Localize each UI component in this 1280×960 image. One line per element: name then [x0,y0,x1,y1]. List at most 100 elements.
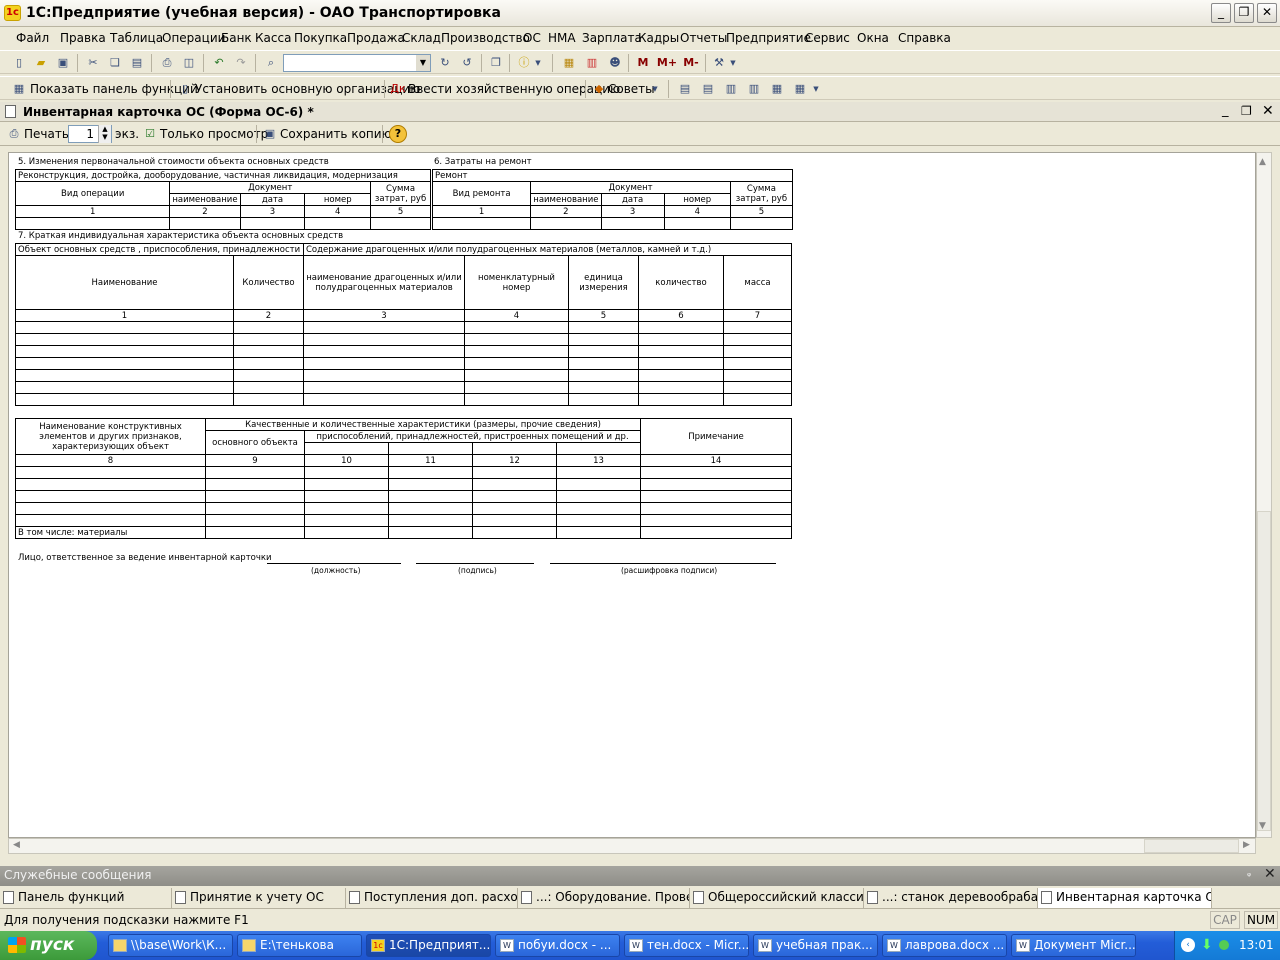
journal2-icon[interactable]: ▤ [699,80,717,98]
taskbar-item[interactable]: Wлаврова.docx ... [882,934,1007,957]
taskbar-item[interactable]: \\base\Work\К... [108,934,233,957]
close-icon[interactable]: ✕ [1264,866,1276,882]
users-icon[interactable]: ☻ [606,54,624,72]
tab-extra-costs[interactable]: Поступления доп. расходов [346,888,518,908]
menu-windows[interactable]: Окна [857,31,889,45]
journal4-icon[interactable]: ▥ [745,80,763,98]
open-folder-icon[interactable]: ▰ [32,54,50,72]
search-input[interactable]: ▼ [283,54,431,72]
taskbar-item[interactable]: W Документ Micr... [1011,934,1136,957]
calculator-icon[interactable]: ▦ [560,54,578,72]
scroll-thumb[interactable] [1144,839,1239,853]
menu-help[interactable]: Справка [898,31,951,45]
chevron-down-icon[interactable]: ▼ [650,80,660,98]
print-icon[interactable]: ⎙ [158,54,176,72]
scroll-thumb[interactable] [1257,511,1271,831]
close-button[interactable]: ✕ [1257,3,1277,23]
memory-minus-icon[interactable]: M- [680,54,702,72]
scroll-right-icon[interactable]: ▶ [1243,840,1250,850]
search-prev-icon[interactable]: ↺ [458,54,476,72]
tab-equipment[interactable]: ...: Оборудование. Проведен [518,888,690,908]
calendar-icon[interactable]: ▥ [583,54,601,72]
menu-salary[interactable]: Зарплата [582,31,642,45]
scroll-down-icon[interactable]: ▼ [1259,821,1266,831]
redo-icon[interactable]: ↷ [232,54,250,72]
print-preview-icon[interactable]: ◫ [180,54,198,72]
memory-plus-icon[interactable]: M+ [656,54,678,72]
tab-machine[interactable]: ...: станок деревообрабаты... [864,888,1038,908]
journal-icon[interactable]: ▤ [676,80,694,98]
search-icon[interactable]: ⌕ [262,54,280,72]
doc-restore-button[interactable]: ❐ [1241,104,1252,118]
search-next-icon[interactable]: ↻ [436,54,454,72]
menu-operations[interactable]: Операции [162,31,225,45]
menu-warehouse[interactable]: Склад [402,31,441,45]
save-icon[interactable]: ▣ [54,54,72,72]
maximize-button[interactable]: ❐ [1234,3,1254,23]
taskbar-item[interactable]: Wтен.docx - Micr... [624,934,749,957]
minimize-button[interactable]: _ [1211,3,1231,23]
menu-enterprise[interactable]: Предприятие [726,31,811,45]
copies-stepper[interactable]: ▲ ▼ [98,125,111,143]
taskbar-item[interactable]: Wучебная прак... [753,934,878,957]
spreadsheet-area[interactable]: 5. Изменения первоначальной стоимости об… [8,152,1256,838]
paste-icon[interactable]: ▤ [128,54,146,72]
download-icon[interactable]: ⬇ [1201,937,1213,953]
chevron-down-icon[interactable]: ▼ [728,54,738,72]
doc-minimize-button[interactable]: _ [1222,103,1229,118]
cut-icon[interactable]: ✂ [84,54,102,72]
menu-os[interactable]: ОС [523,31,541,45]
copy-icon[interactable]: ❏ [106,54,124,72]
chevron-down-icon[interactable]: ▼ [533,54,543,72]
memory-icon[interactable]: M [634,54,652,72]
taskbar-item[interactable]: E:\тенькова [237,934,362,957]
col-num: 11 [388,454,473,467]
taskbar-item[interactable]: 1c 1С:Предприят... [366,934,491,957]
doc-close-button[interactable]: ✕ [1262,103,1274,119]
pin-icon[interactable]: ᵩ [1247,868,1251,879]
menu-bank[interactable]: Банк [221,31,252,45]
horizontal-scrollbar[interactable]: ◀ ▶ [8,838,1256,854]
checkbox-icon[interactable]: ☑ [141,125,159,143]
chevron-down-icon[interactable]: ▼ [416,55,430,71]
preview-only-toggle[interactable]: Только просмотр [160,127,268,141]
undo-icon[interactable]: ↶ [210,54,228,72]
menu-purchase[interactable]: Покупка [294,31,347,45]
enter-operation-button[interactable]: Ввести хозяйственную операцию [408,82,620,96]
new-doc-icon[interactable]: ▯ [10,54,28,72]
windows-icon[interactable]: ❐ [487,54,505,72]
menu-service[interactable]: Сервис [805,31,850,45]
vertical-scrollbar[interactable]: ▲ ▼ [1256,152,1272,838]
tab-inventory-card[interactable]: Инвентарная карточка ОС (... [1038,888,1212,908]
menu-edit[interactable]: Правка [60,31,106,45]
tips-button[interactable]: Советы [608,82,655,96]
menu-cash[interactable]: Касса [255,31,291,45]
save-copy-button[interactable]: Сохранить копию... [280,127,403,141]
info-icon[interactable]: ⓘ [515,54,533,72]
chevron-down-icon[interactable]: ▼ [811,80,821,98]
tab-function-panel[interactable]: Панель функций [0,888,172,908]
start-button[interactable]: пуск [0,931,97,960]
menu-nma[interactable]: НМА [548,31,576,45]
journal3-icon[interactable]: ▥ [722,80,740,98]
help-icon[interactable]: ? [389,125,407,143]
tools-icon[interactable]: ⚒ [710,54,728,72]
menu-hr[interactable]: Кадры [638,31,679,45]
network-icon[interactable] [1219,940,1229,950]
menu-sale[interactable]: Продажа [347,31,405,45]
show-panel-button[interactable]: Показать панель функций [30,82,198,96]
tab-accept-os[interactable]: Принятие к учету ОС [172,888,346,908]
tab-classifier[interactable]: Общероссийский классиф... [690,888,864,908]
menu-production[interactable]: Производство [441,31,530,45]
scroll-up-icon[interactable]: ▲ [1259,157,1266,167]
scroll-left-icon[interactable]: ◀ [13,840,20,850]
set-organization-button[interactable]: Установить основную организацию [195,82,420,96]
taskbar-item[interactable]: Wпобуи.docx - ... [495,934,620,957]
menu-reports[interactable]: Отчеты [680,31,727,45]
tray-expand-icon[interactable]: ‹ [1181,938,1195,952]
menu-file[interactable]: Файл [16,31,49,45]
menu-table[interactable]: Таблица [110,31,163,45]
print-button[interactable]: Печать [24,127,69,141]
journal6-icon[interactable]: ▦ [791,80,809,98]
journal5-icon[interactable]: ▦ [768,80,786,98]
